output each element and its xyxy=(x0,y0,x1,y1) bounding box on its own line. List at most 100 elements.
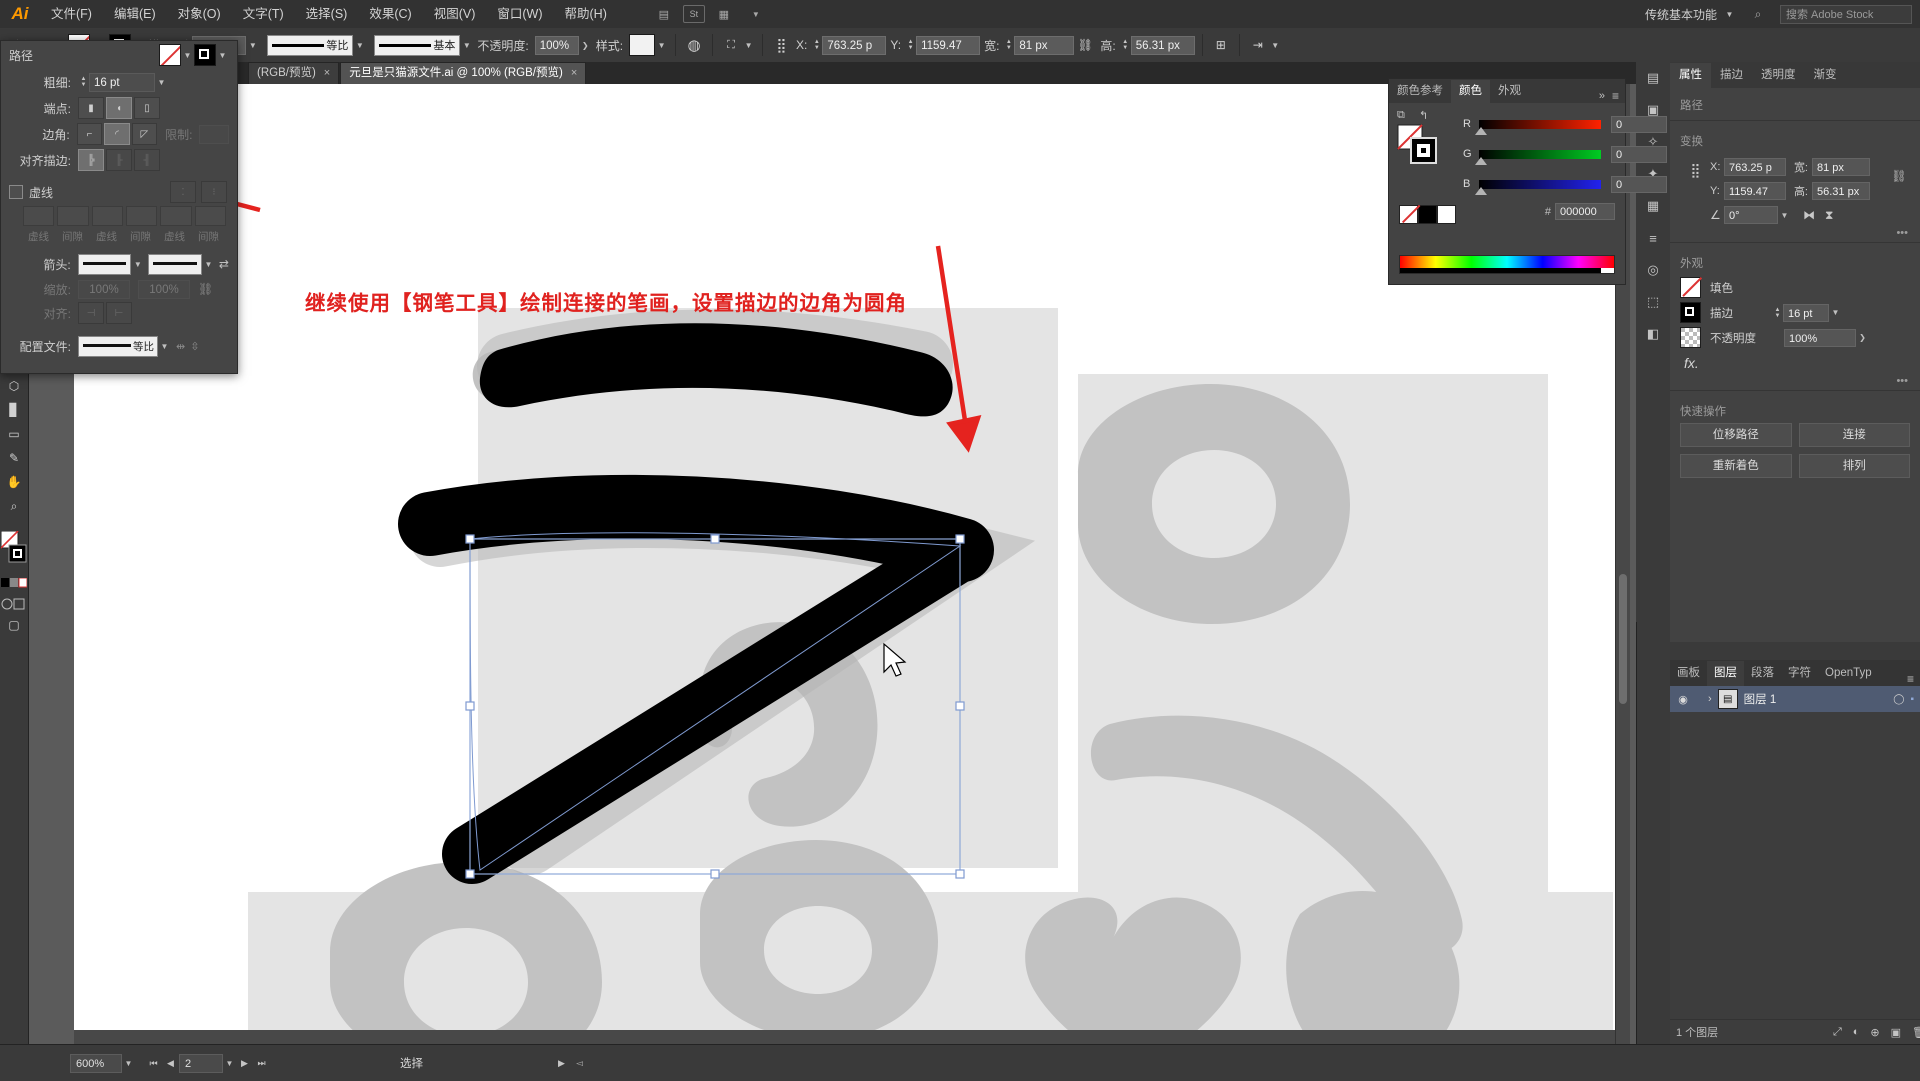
green-slider-thumb[interactable] xyxy=(1475,156,1487,165)
expand-panel-icon[interactable]: » xyxy=(1599,90,1605,102)
hex-input[interactable]: 000000 xyxy=(1555,203,1615,220)
bevel-join-button[interactable]: ◸ xyxy=(131,123,158,145)
menu-type[interactable]: 文字(T) xyxy=(232,0,295,28)
white-swatch[interactable] xyxy=(1437,205,1456,224)
transform-options-icon[interactable]: ⛶ xyxy=(720,34,742,56)
arrowhead-end-select[interactable] xyxy=(148,253,202,275)
menu-view[interactable]: 视图(V) xyxy=(423,0,487,28)
appearance-opacity-input[interactable]: 100% xyxy=(1784,328,1856,347)
target-circle-icon[interactable]: ◯ xyxy=(1893,694,1904,705)
menu-window[interactable]: 窗口(W) xyxy=(486,0,553,28)
first-artboard-button[interactable]: ⏮ xyxy=(145,1054,162,1073)
artboard-icon[interactable]: ▭ xyxy=(0,422,28,446)
flip-along-icon[interactable]: ⇹ xyxy=(176,340,185,353)
blue-slider-thumb[interactable] xyxy=(1475,186,1487,195)
stroke-weight-chevron-down-icon[interactable]: ▼ xyxy=(246,35,259,55)
panel-fill-swatch[interactable] xyxy=(159,44,181,66)
tab-appearance[interactable]: 外观 xyxy=(1490,80,1529,103)
style-swatch[interactable] xyxy=(629,34,656,56)
appearance-fx-row[interactable]: fx. xyxy=(1670,350,1920,375)
miter-join-button[interactable]: ⌐ xyxy=(76,123,103,145)
workspace-switcher[interactable]: 传统基本功能 xyxy=(1645,6,1717,23)
align-icon[interactable]: ≡ xyxy=(1636,222,1670,254)
delete-layer-icon[interactable]: 🗑 xyxy=(1912,1026,1920,1039)
round-cap-button[interactable]: ◖ xyxy=(106,97,132,119)
align-outside-button[interactable]: ╢ xyxy=(134,149,160,171)
reference-point-icon[interactable]: ⣿ xyxy=(770,34,792,56)
shape-builder-icon[interactable]: ⬡ xyxy=(0,374,28,398)
tab-stroke[interactable]: 描边 xyxy=(1711,63,1752,88)
align-options-icon[interactable]: ⊞ xyxy=(1210,34,1232,56)
tab-color[interactable]: 颜色 xyxy=(1451,80,1490,103)
zoom-icon[interactable]: ⌕ xyxy=(0,494,28,518)
constrain-proportions-icon[interactable]: ⛓ xyxy=(1888,155,1910,183)
blue-slider[interactable] xyxy=(1475,179,1601,195)
menu-help[interactable]: 帮助(H) xyxy=(554,0,618,28)
angle-chevron-down-icon[interactable]: ▼ xyxy=(1778,205,1791,225)
transform-icon[interactable]: ⬚ xyxy=(1636,286,1670,318)
stock-icon[interactable]: St xyxy=(682,5,705,23)
transform-more-options-icon[interactable]: ••• xyxy=(1670,227,1920,239)
fill-stroke-proxy[interactable]: ⧉ ↰ xyxy=(1397,109,1453,167)
document-tab-2[interactable]: 元旦是只猫源文件.ai @ 100% (RGB/预览) × xyxy=(340,62,587,84)
arrowhead-start-select[interactable] xyxy=(77,253,132,275)
more-chevron-down-icon[interactable]: ▼ xyxy=(1269,35,1282,55)
status-expand-icon[interactable]: ▶ xyxy=(553,1054,570,1073)
default-fill-stroke-icon[interactable]: ↰ xyxy=(1419,109,1428,122)
menu-object[interactable]: 对象(O) xyxy=(167,0,232,28)
brush-definition-select[interactable]: 基本 xyxy=(374,34,461,56)
weight-input[interactable]: 16 pt xyxy=(89,72,155,92)
dash-preserve-exact-button[interactable]: ⁚ xyxy=(170,181,196,203)
stock-search-input[interactable]: 搜索 Adobe Stock xyxy=(1780,4,1912,24)
status-resize-icon[interactable]: ◅ xyxy=(576,1058,583,1069)
green-slider[interactable] xyxy=(1475,149,1601,165)
arrange-button[interactable]: 排列 xyxy=(1798,454,1910,478)
arrowhead-end-chevron-down-icon[interactable]: ▼ xyxy=(202,254,215,274)
artboard-number-input[interactable]: 2 xyxy=(179,1053,223,1073)
close-icon[interactable]: × xyxy=(324,63,330,84)
artboard-chevron-down-icon[interactable]: ▼ xyxy=(223,1053,236,1073)
fx-icon[interactable]: fx. xyxy=(1680,355,1699,371)
height-stepper[interactable]: ▲ ▼ xyxy=(1120,35,1131,55)
make-mask-icon[interactable]: ◐ xyxy=(1853,1026,1860,1039)
canvas-area[interactable]: 继续使用【钢笔工具】绘制连接的笔画，设置描边的边角为圆角 xyxy=(0,84,1920,1044)
appearance-fill-row[interactable]: 填色 xyxy=(1670,275,1920,300)
round-join-button[interactable]: ◜ xyxy=(104,123,130,145)
tab-gradient[interactable]: 渐变 xyxy=(1805,63,1846,88)
y-input[interactable]: 1159.47 xyxy=(916,35,981,55)
spectrum-black-white-bar[interactable] xyxy=(1400,268,1614,273)
arrange-chevron-down-icon[interactable]: ▼ xyxy=(743,4,769,24)
layers-panel-menu-icon[interactable]: ≡ xyxy=(1907,672,1920,686)
width-stepper[interactable]: ▲ ▼ xyxy=(1003,35,1014,55)
appearance-stroke-swatch[interactable] xyxy=(1680,302,1701,323)
tab-properties[interactable]: 属性 xyxy=(1670,63,1711,88)
prev-artboard-button[interactable]: ◀ xyxy=(162,1054,179,1073)
blue-input[interactable]: 0 xyxy=(1611,175,1667,193)
hand-icon[interactable]: ✋ xyxy=(0,470,28,494)
workspace-chevron-down-icon[interactable]: ▼ xyxy=(1723,4,1736,24)
opacity-expand-icon[interactable]: ❯ xyxy=(579,35,592,55)
search-icon[interactable]: ⌕ xyxy=(1745,4,1771,24)
appearance-opacity-row[interactable]: 不透明度 100% ❯ xyxy=(1670,325,1920,350)
slice-icon[interactable]: ✎ xyxy=(0,446,28,470)
quick-swatches[interactable] xyxy=(1399,204,1456,224)
vertical-scrollbar-thumb[interactable] xyxy=(1619,574,1627,704)
locate-object-icon[interactable]: ⤢ xyxy=(1833,1026,1842,1039)
menu-edit[interactable]: 编辑(E) xyxy=(103,0,167,28)
black-swatch[interactable] xyxy=(1418,205,1437,224)
style-chevron-down-icon[interactable]: ▼ xyxy=(655,35,668,55)
new-layer-icon[interactable]: ▣ xyxy=(1891,1026,1901,1039)
panel-fill-chevron-down-icon[interactable]: ▼ xyxy=(181,45,194,65)
tab-color-guide[interactable]: 颜色参考 xyxy=(1389,80,1451,103)
lock-proportions-icon[interactable]: ⛓ xyxy=(1074,34,1096,56)
place-arrow-at-end-button[interactable]: ⊢ xyxy=(106,302,132,324)
screen-mode-icon[interactable] xyxy=(0,594,28,614)
red-input[interactable]: 0 xyxy=(1611,115,1667,133)
tab-character[interactable]: 字符 xyxy=(1781,661,1818,686)
join-button[interactable]: 连接 xyxy=(1798,423,1910,447)
dashed-line-checkbox[interactable] xyxy=(9,185,23,199)
opacity-input[interactable]: 100% xyxy=(534,35,579,55)
appearance-stroke-input[interactable]: 16 pt xyxy=(1783,303,1829,322)
horizontal-scrollbar[interactable] xyxy=(74,1030,1615,1044)
flip-horizontal-icon[interactable]: ⧓ xyxy=(1803,208,1815,222)
